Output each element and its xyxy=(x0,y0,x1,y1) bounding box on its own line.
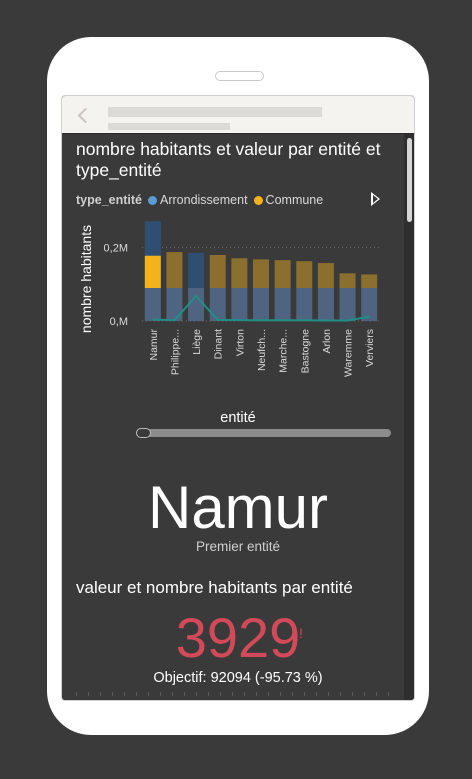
bar-upper xyxy=(317,263,334,288)
play-triangle-icon[interactable] xyxy=(371,192,380,206)
bar-lower xyxy=(361,288,378,321)
x-tick-label: Waremme xyxy=(343,329,355,377)
x-tick-label: Bastogne xyxy=(299,329,311,374)
report-title-placeholder xyxy=(108,107,322,117)
x-tick-label: Virton xyxy=(234,329,246,356)
x-tick-label: Arlon xyxy=(321,329,333,354)
chevron-left-icon[interactable] xyxy=(77,107,94,124)
kpi-warning-icon: ! xyxy=(299,625,303,641)
bar-lower xyxy=(166,288,183,321)
bar-lower xyxy=(317,288,334,321)
kpi-goal: Objectif: 92094 (-95.73 %) xyxy=(153,670,323,686)
bar-lower xyxy=(253,288,269,321)
legend-dot-commune xyxy=(253,195,263,205)
y-axis-label: nombre habitants xyxy=(78,225,94,333)
chart-scroll-handle[interactable] xyxy=(136,428,151,438)
bar-upper xyxy=(296,261,313,288)
x-tick-label: Verviers xyxy=(364,329,376,367)
bar-upper xyxy=(274,260,291,288)
y-tick-label: 0,M xyxy=(110,316,128,328)
bar-lower xyxy=(339,288,356,321)
x-tick-label: Namur xyxy=(148,329,160,361)
y-tick-label: 0,2M xyxy=(104,243,128,255)
legend-label: Commune xyxy=(265,193,324,207)
bar-upper xyxy=(188,252,205,288)
card-value: Namur xyxy=(147,474,329,541)
bar-lower xyxy=(231,288,248,321)
bar-chart[interactable]: 0,M 0,2M nombre habitants Namur Philippe... L… xyxy=(62,214,402,404)
x-tick-label: Marche... xyxy=(278,329,290,373)
chart-title: nombre habitants et valeur par entité et… xyxy=(76,139,381,180)
bar-upper xyxy=(253,259,269,288)
phone-frame: nombre habitants et valeur par entité et… xyxy=(47,37,429,735)
card-label: Premier entité xyxy=(195,539,281,554)
bar-upper xyxy=(339,273,356,288)
report-subtitle-placeholder xyxy=(108,123,230,130)
report-canvas[interactable]: nombre habitants et valeur par entité et… xyxy=(62,134,414,700)
bar-lower xyxy=(296,288,313,321)
legend-item-arrondissement[interactable]: Arrondissement xyxy=(148,193,248,207)
kpi-value: 3929 xyxy=(175,606,301,669)
bar-upper xyxy=(361,274,378,288)
chart-legend: type_entité Arrondissement Commune xyxy=(76,193,329,207)
vertical-scroll-thumb[interactable] xyxy=(407,138,412,222)
report-header xyxy=(62,96,414,133)
bar-upper xyxy=(209,255,226,288)
kpi-baseline xyxy=(76,692,398,696)
x-tick-label: Dinant xyxy=(213,329,225,359)
chart-horizontal-scrollbar[interactable] xyxy=(136,429,391,437)
kpi-title: valeur et nombre habitants par entité xyxy=(76,578,353,597)
legend-item-commune[interactable]: Commune xyxy=(253,193,324,207)
x-tick-label: Liège xyxy=(191,329,203,355)
bar-commune xyxy=(144,255,161,288)
legend-title: type_entité xyxy=(76,193,142,207)
bar-upper xyxy=(231,258,248,288)
x-tick-label: Neufch... xyxy=(256,329,268,371)
phone-speaker xyxy=(215,71,264,81)
x-tick-label: Philippe... xyxy=(169,329,181,375)
report-screen: nombre habitants et valeur par entité et… xyxy=(61,95,415,701)
legend-label: Arrondissement xyxy=(160,193,248,207)
bar-upper xyxy=(166,252,183,288)
bar-lower xyxy=(274,288,291,321)
legend-dot-arrondissement xyxy=(148,195,157,205)
bar-lower xyxy=(144,288,161,321)
x-axis-label: entité xyxy=(220,410,256,426)
bar-lower xyxy=(209,288,226,321)
bar-lower xyxy=(188,288,205,321)
